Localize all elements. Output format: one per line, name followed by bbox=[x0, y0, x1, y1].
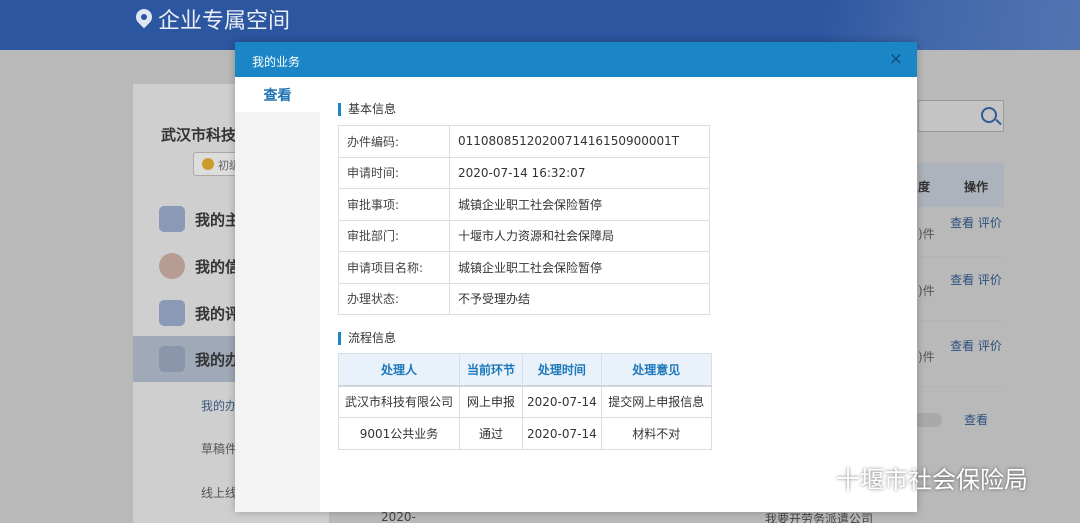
field-label: 申请项目名称: bbox=[338, 251, 450, 284]
business-modal: 我的业务 × 查看 基本信息 办件编码: 0110808512020071416… bbox=[235, 42, 917, 512]
home-icon bbox=[159, 206, 185, 232]
search-box[interactable] bbox=[918, 100, 1004, 132]
column-header-step: 当前环节 bbox=[459, 353, 523, 387]
sidebar-item-label: 我的信 bbox=[195, 258, 241, 276]
column-header-actions: 操作 bbox=[964, 180, 989, 194]
cell-step: 通过 bbox=[459, 417, 523, 450]
process-table: 处理人 当前环节 处理时间 处理意见 武汉市科技有限公司 网上申报 2020-0… bbox=[338, 353, 712, 450]
sidebar-item-label: 我的办 bbox=[195, 351, 241, 369]
edit-icon bbox=[159, 300, 185, 326]
column-header-time: 处理时间 bbox=[522, 353, 602, 387]
basic-info-heading: 基本信息 bbox=[338, 103, 396, 116]
table-row: 办理状态: 不予受理办结 bbox=[338, 282, 710, 315]
close-icon[interactable]: × bbox=[889, 50, 903, 68]
wechat-watermark: 十堰市社会保险局 bbox=[786, 460, 1028, 495]
company-name: 武汉市科技 bbox=[161, 126, 237, 144]
cell-time: 2020-07-14 bbox=[522, 417, 602, 450]
view-review-link[interactable]: 查看 评价 bbox=[950, 215, 1002, 232]
column-header-handler: 处理人 bbox=[338, 353, 460, 387]
location-pin-icon bbox=[136, 9, 152, 29]
sidebar-item-label: 我的评 bbox=[195, 305, 241, 323]
row-status: )件 bbox=[918, 227, 935, 241]
table-row: 申请项目名称: 城镇企业职工社会保险暂停 bbox=[338, 251, 710, 284]
modal-title: 我的业务 bbox=[252, 55, 301, 69]
sub-item-online-offline[interactable]: 线上线 bbox=[201, 484, 237, 501]
field-label: 审批事项: bbox=[338, 188, 450, 221]
field-value: 城镇企业职工社会保险暂停 bbox=[449, 251, 710, 284]
field-value: 0110808512020071416150900001T bbox=[449, 125, 710, 158]
message-icon bbox=[159, 253, 185, 279]
cell-time: 2020-07-14 bbox=[522, 385, 602, 418]
row-divider bbox=[918, 320, 1004, 321]
view-review-link[interactable]: 查看 评价 bbox=[950, 338, 1002, 355]
field-value: 不予受理办结 bbox=[449, 282, 710, 315]
medal-icon bbox=[202, 158, 214, 170]
layers-icon bbox=[159, 346, 185, 372]
row-status: )件 bbox=[918, 350, 935, 364]
cell-step: 网上申报 bbox=[459, 385, 523, 418]
table-row: 办件编码: 0110808512020071416150900001T bbox=[338, 125, 710, 158]
row-divider bbox=[918, 386, 1004, 387]
field-value: 十堰市人力资源和社会保障局 bbox=[449, 219, 710, 252]
row-status: )件 bbox=[918, 284, 935, 298]
table-row: 武汉市科技有限公司 网上申报 2020-07-14 提交网上申报信息 bbox=[338, 385, 712, 418]
wechat-icon bbox=[786, 463, 828, 493]
sidebar-item-label: 我的主 bbox=[195, 211, 241, 229]
column-header-opinion: 处理意见 bbox=[600, 353, 712, 387]
watermark-text: 十堰市社会保险局 bbox=[836, 466, 1028, 494]
cell-handler: 9001公共业务 bbox=[338, 417, 460, 450]
cell-opinion: 提交网上申报信息 bbox=[600, 385, 712, 418]
table-row: 审批事项: 城镇企业职工社会保险暂停 bbox=[338, 188, 710, 221]
field-label: 审批部门: bbox=[338, 219, 450, 252]
process-info-heading: 流程信息 bbox=[338, 332, 396, 345]
sub-item-drafts[interactable]: 草稿件 bbox=[201, 440, 237, 457]
cell-opinion: 材料不对 bbox=[600, 417, 712, 450]
modal-tab-rail: 查看 bbox=[235, 77, 320, 512]
field-label: 办件编码: bbox=[338, 125, 450, 158]
view-review-link[interactable]: 查看 评价 bbox=[950, 272, 1002, 289]
field-value: 2020-07-14 16:32:07 bbox=[449, 156, 710, 189]
search-icon[interactable] bbox=[981, 107, 997, 123]
field-value: 城镇企业职工社会保险暂停 bbox=[449, 188, 710, 221]
row-divider bbox=[918, 256, 1004, 257]
modal-header: 我的业务 × bbox=[235, 42, 917, 77]
view-link[interactable]: 查看 bbox=[950, 412, 1002, 429]
sub-item-my-business[interactable]: 我的办 bbox=[201, 397, 237, 414]
cell-handler: 武汉市科技有限公司 bbox=[338, 385, 460, 418]
tab-view[interactable]: 查看 bbox=[235, 85, 320, 105]
table-header-row: 处理人 当前环节 处理时间 处理意见 bbox=[338, 353, 712, 387]
table-header-bg bbox=[918, 163, 1004, 207]
brand: 企业专属空间 bbox=[136, 4, 290, 34]
brand-title: 企业专属空间 bbox=[158, 9, 291, 34]
field-label: 办理状态: bbox=[338, 282, 450, 315]
column-header-progress: 度 bbox=[918, 180, 931, 194]
table-row: 审批部门: 十堰市人力资源和社会保障局 bbox=[338, 219, 710, 252]
basic-info-table: 办件编码: 0110808512020071416150900001T 申请时间… bbox=[338, 125, 710, 315]
field-label: 申请时间: bbox=[338, 156, 450, 189]
table-row: 申请时间: 2020-07-14 16:32:07 bbox=[338, 156, 710, 189]
table-row: 9001公共业务 通过 2020-07-14 材料不对 bbox=[338, 417, 712, 450]
